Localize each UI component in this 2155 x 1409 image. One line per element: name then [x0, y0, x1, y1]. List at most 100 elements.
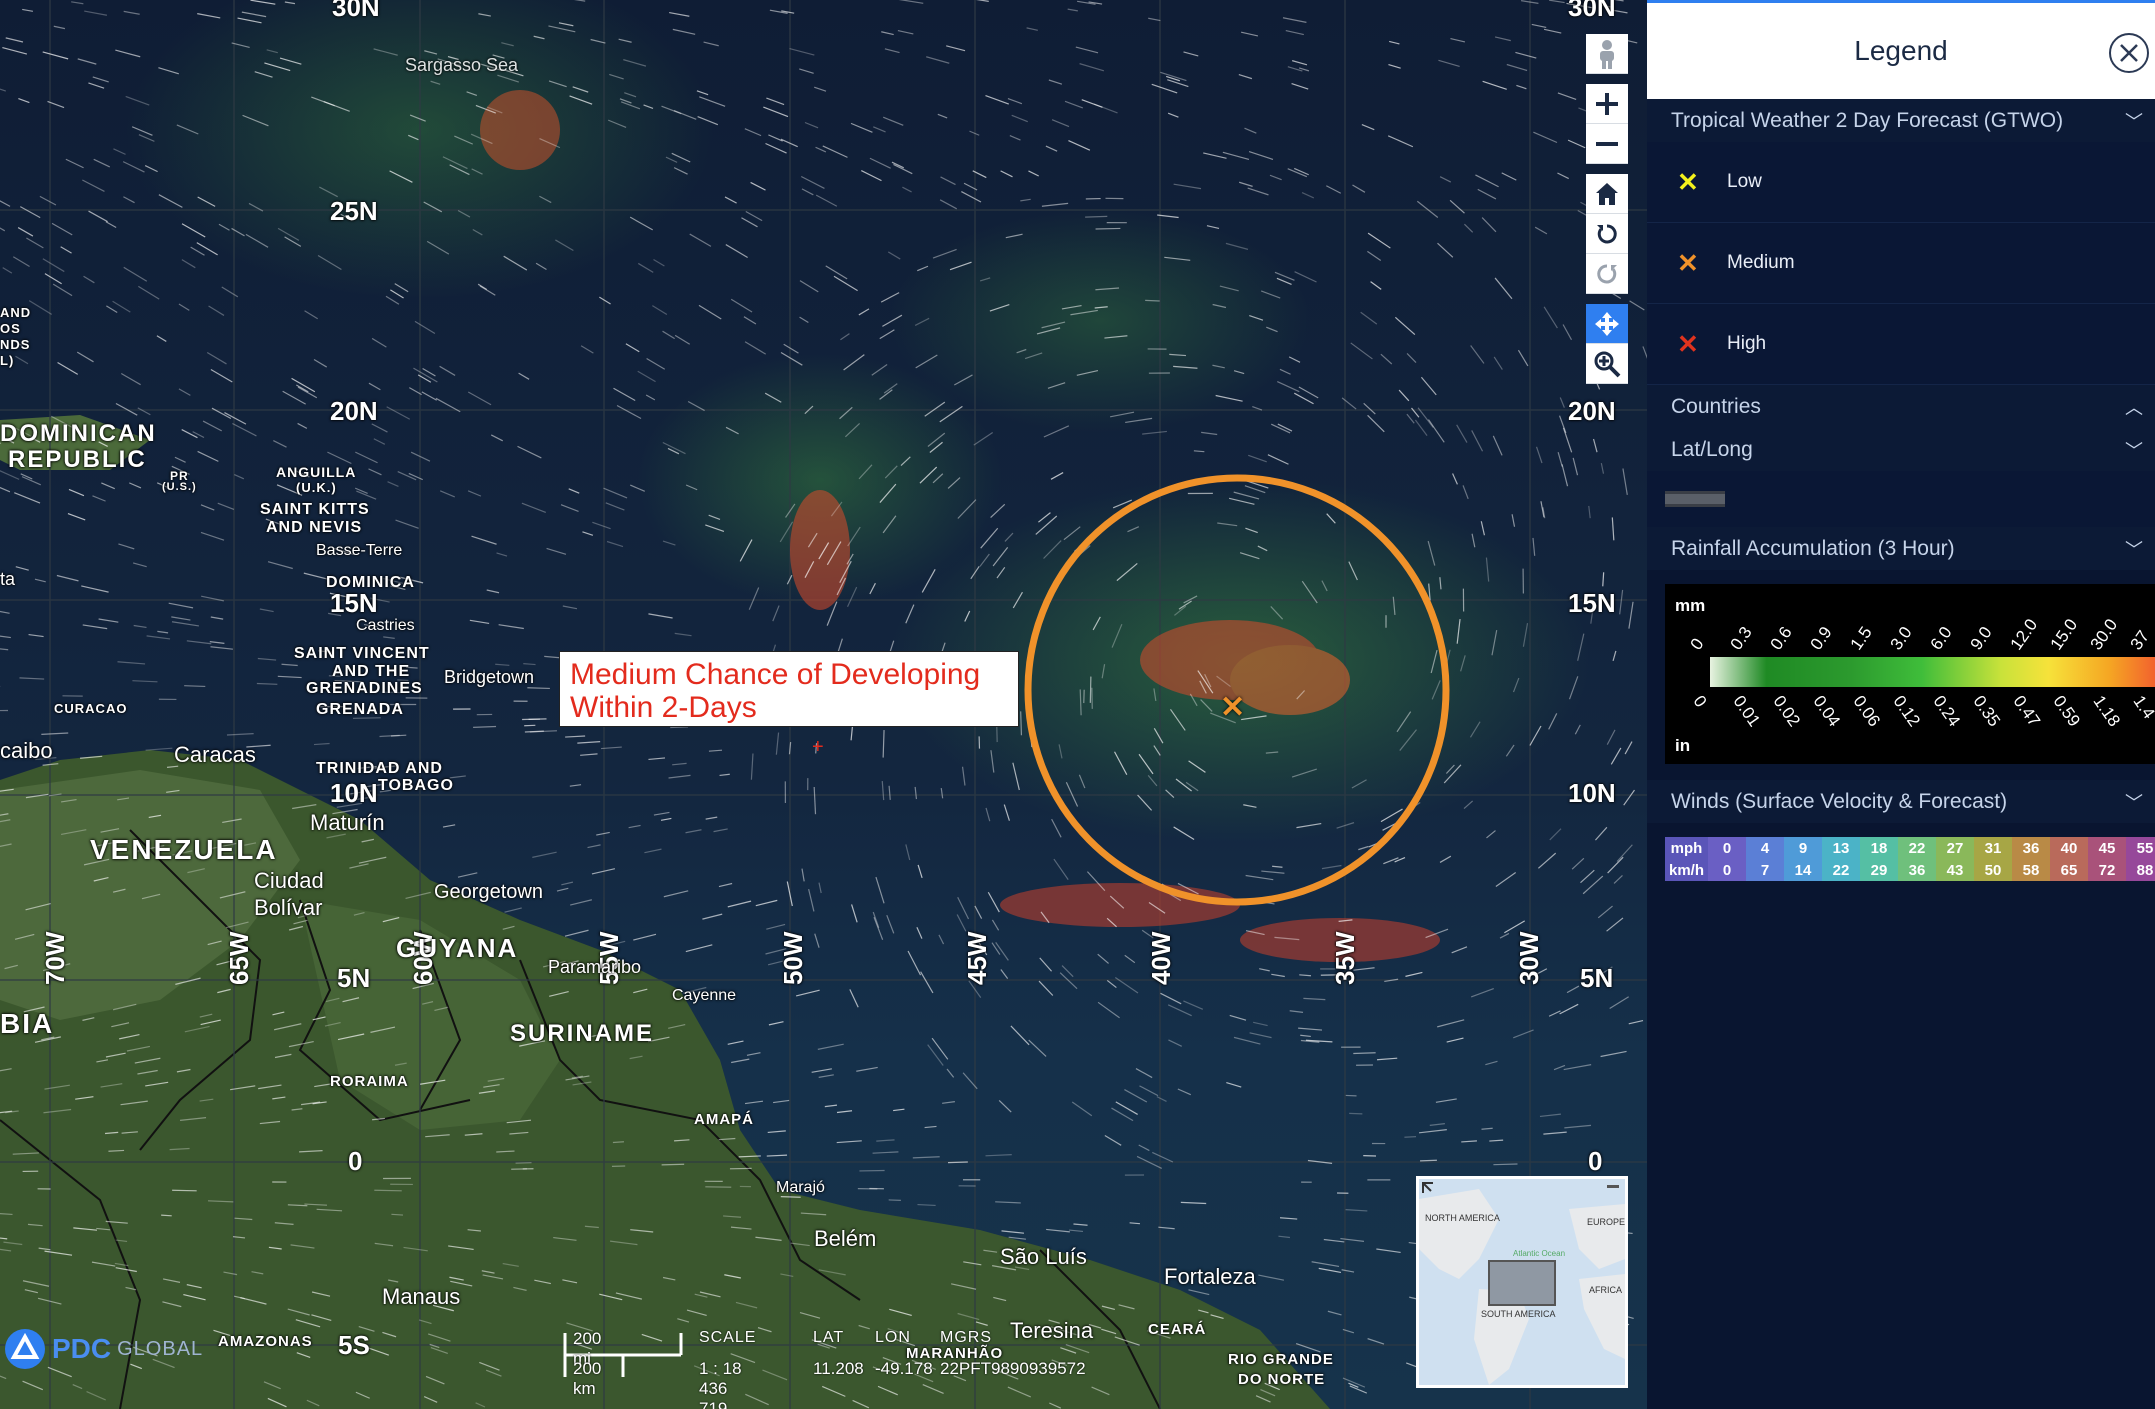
low-x-icon: ✕ — [1677, 166, 1699, 197]
rain-tick-in: 1.4 — [2129, 692, 2155, 723]
grid-label-lat: 5N — [1580, 963, 1614, 993]
wind-mph-cell: 45 — [2088, 837, 2127, 859]
chevron-up-icon: ︿ — [2125, 397, 2143, 418]
zoom-out-button[interactable] — [1586, 124, 1628, 164]
rain-tick-mm: 30.0 — [2086, 615, 2122, 654]
lon-value: -49.178 — [875, 1359, 933, 1378]
gtwo-item-label: Medium — [1727, 252, 1795, 273]
place-label: Belém — [814, 1226, 877, 1251]
rain-tick-mm: 6.0 — [1926, 623, 1956, 654]
wind-mph-cell: 18 — [1860, 837, 1899, 859]
pan-button[interactable] — [1586, 304, 1628, 344]
wind-mph-cell: 36 — [2012, 837, 2051, 859]
place-label: DOMINICAN — [0, 420, 157, 447]
lat-value: 11.208 — [813, 1359, 864, 1378]
rain-tick-in: 0.24 — [1929, 692, 1964, 731]
latlong-swatch — [1647, 471, 2155, 527]
place-label: AND — [0, 305, 32, 320]
wind-mph-cell: 31 — [1974, 837, 2013, 859]
grid-label-lat: 0 — [348, 1146, 363, 1176]
wind-kmh-cell: 29 — [1860, 859, 1899, 881]
zoom-in-button[interactable] — [1586, 84, 1628, 124]
rain-tick-mm: 3.0 — [1886, 623, 1916, 654]
rain-tick-in: 0.12 — [1889, 692, 1924, 731]
wind-mph-cell: 27 — [1936, 837, 1975, 859]
place-label: VENEZUELA — [90, 834, 278, 865]
section-winds-header[interactable]: Winds (Surface Velocity & Forecast) ﹀ — [1647, 780, 2155, 823]
pdc-logo-icon — [5, 1329, 45, 1369]
wind-mph-cell: 40 — [2050, 837, 2089, 859]
logo-sub: GLOBAL — [117, 1337, 204, 1360]
place-label: AND NEVIS — [266, 519, 363, 536]
grid-label-lat: 15N — [1568, 588, 1616, 618]
high-x-icon: ✕ — [1677, 328, 1699, 359]
wind-kmh-cell: 50 — [1974, 859, 2013, 881]
rain-tick-in: 0.02 — [1769, 692, 1804, 731]
wind-mph-cell: 0 — [1708, 837, 1747, 859]
rotate-left-button[interactable] — [1586, 214, 1628, 254]
street-view-button[interactable] — [1586, 34, 1628, 74]
place-label: GRENADA — [316, 701, 404, 718]
rain-tick-in: 0.06 — [1849, 692, 1884, 731]
home-button[interactable] — [1586, 174, 1628, 214]
section-rainfall-header[interactable]: Rainfall Accumulation (3 Hour) ﹀ — [1647, 527, 2155, 570]
place-label: Ciudad — [254, 868, 324, 893]
close-legend-button[interactable] — [2109, 33, 2149, 73]
rain-tick-mm: 0 — [1686, 634, 1708, 654]
place-label: Manaus — [382, 1284, 461, 1309]
grid-label-lat: 20N — [330, 396, 378, 426]
place-label: L) — [0, 353, 15, 368]
medium-x-icon: ✕ — [1677, 247, 1699, 278]
place-label: Fortaleza — [1164, 1264, 1256, 1289]
section-countries-header[interactable]: Countries ︿ — [1647, 385, 2155, 428]
scale-label: SCALE — [699, 1329, 757, 1346]
place-label: Caracas — [174, 742, 256, 767]
place-label: CURACAO — [54, 701, 128, 716]
minus-icon — [1596, 141, 1618, 146]
close-icon — [2120, 44, 2138, 62]
section-gtwo-header[interactable]: Tropical Weather 2 Day Forecast (GTWO) ﹀ — [1647, 99, 2155, 142]
place-label: RIO GRANDE — [1228, 1351, 1334, 1368]
grid-label-lon: 35W — [1330, 931, 1360, 985]
wind-mph-cell: 22 — [1898, 837, 1937, 859]
grid-label-lat: 10N — [1568, 778, 1616, 808]
minimap-label: Atlantic Ocean — [1513, 1249, 1566, 1258]
grid-label-lat: 5S — [338, 1330, 370, 1360]
place-label: Bridgetown — [444, 667, 535, 687]
rain-tick-mm: 0.6 — [1766, 623, 1796, 654]
pdc-logo: PDC GLOBAL — [4, 1328, 203, 1370]
place-label: SAINT KITTS — [260, 501, 370, 518]
place-label: DOMINICA — [326, 574, 415, 591]
annotation-callout: Medium Chance of Developing Within 2-Day… — [559, 651, 1019, 727]
plus-icon — [1596, 92, 1618, 115]
grid-label-lat: 0 — [1588, 1146, 1603, 1176]
rainfall-color-bar — [1710, 657, 2155, 687]
overview-minimap[interactable]: NORTH AMERICA EUROPE Atlantic Ocean AFRI… — [1416, 1176, 1628, 1388]
medium-chance-marker-icon[interactable]: ✕ — [1220, 690, 1245, 725]
section-title: Tropical Weather 2 Day Forecast (GTWO) — [1671, 108, 2064, 132]
grid-label-lon: 50W — [778, 931, 808, 985]
zoom-box-button[interactable] — [1586, 344, 1628, 384]
winds-mph-row: mph 0 4 9 13 18 22 27 31 36 40 45 55 — [1665, 837, 2155, 859]
place-label: GUYANA — [396, 933, 519, 963]
mph-label: mph — [1665, 837, 1709, 859]
grid-label-lon: 65W — [224, 931, 254, 985]
rain-tick-in: 1.18 — [2089, 692, 2124, 731]
section-latlong-header[interactable]: Lat/Long ﹀ — [1647, 428, 2155, 471]
place-label: Maturín — [310, 810, 385, 835]
grid-label-lat: 10N — [330, 778, 378, 808]
grid-label-lat: 20N — [1568, 396, 1616, 426]
rain-tick-mm: 1.5 — [1846, 623, 1876, 654]
section-title: Winds (Surface Velocity & Forecast) — [1671, 789, 2008, 813]
minimap-label: EUROPE — [1587, 1217, 1626, 1227]
rain-tick-mm: 12.0 — [2006, 615, 2042, 654]
kmh-label: km/h — [1665, 859, 1709, 881]
chevron-down-icon: ﹀ — [2125, 111, 2143, 132]
wind-kmh-cell: 7 — [1746, 859, 1785, 881]
rotate-right-button[interactable] — [1586, 254, 1628, 294]
winds-kmh-row: km/h 0 7 14 22 29 36 43 50 58 65 72 88 — [1665, 859, 2155, 881]
place-label: CEARÁ — [1148, 1321, 1207, 1338]
map-view[interactable]: 30N 25N 20N 15N 10N 5N 0 5S 30N 20N 15N … — [0, 0, 1647, 1409]
grid-label-lat: 25N — [330, 196, 378, 226]
wind-kmh-cell: 22 — [1822, 859, 1861, 881]
